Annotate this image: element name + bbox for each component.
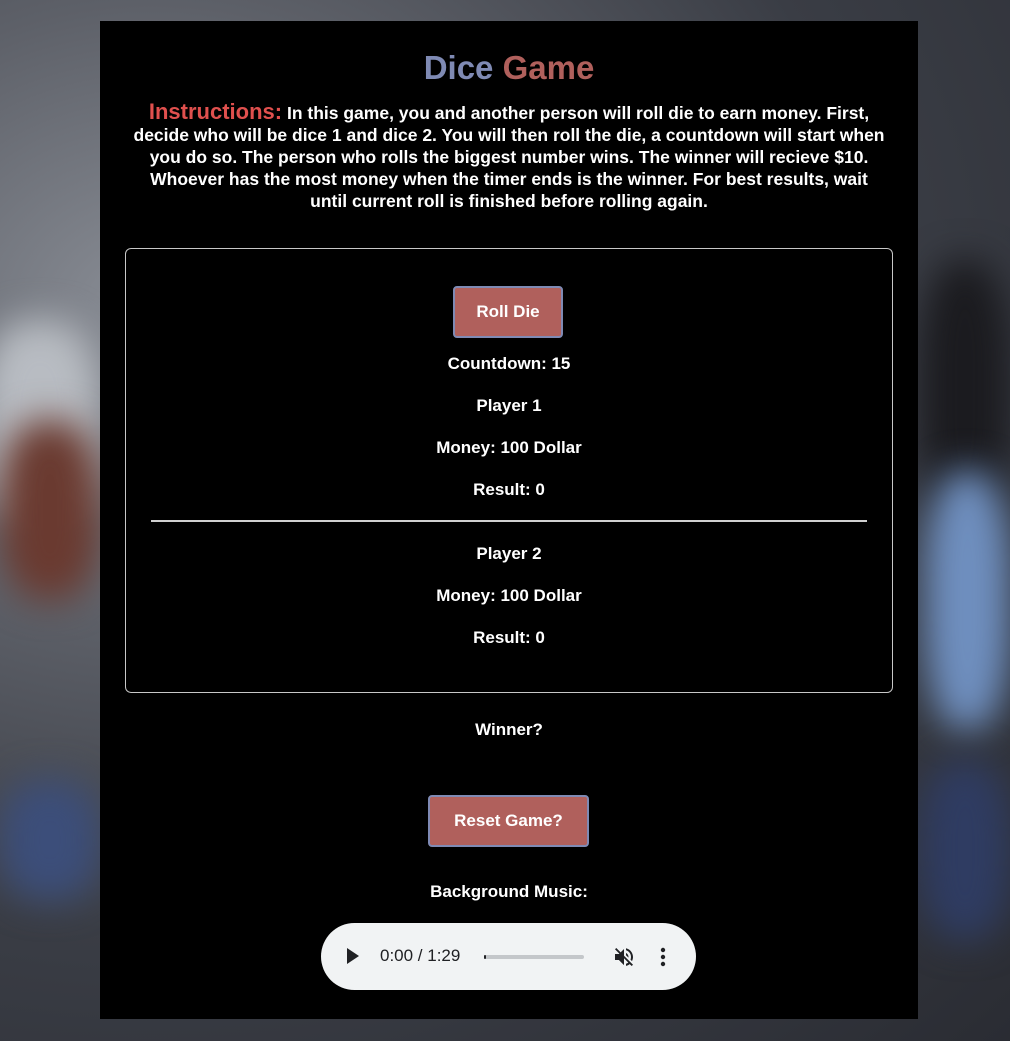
player1-name: Player 1 <box>476 396 542 415</box>
player1-result: Result: 0 <box>473 480 545 499</box>
player2-name: Player 2 <box>476 544 542 563</box>
player2-result: Result: 0 <box>473 628 545 647</box>
title-dice: Dice <box>423 49 494 86</box>
roll-die-button[interactable]: Roll Die <box>453 286 563 338</box>
background-blur <box>0 780 100 900</box>
divider <box>151 520 867 522</box>
player2-money: Money: 100 Dollar <box>436 586 582 605</box>
background-music-label: Background Music: <box>430 882 588 901</box>
winner-text: Winner? <box>475 720 543 739</box>
audio-progress-slider[interactable] <box>484 955 584 959</box>
game-box: Roll Die Countdown: 15 Player 1 Money: 1… <box>125 248 893 693</box>
game-panel: Dice Game Instructions: In this game, yo… <box>100 21 918 1019</box>
background-blur <box>925 470 1010 730</box>
audio-progress-fill <box>484 955 486 959</box>
play-icon[interactable] <box>347 948 359 964</box>
player1-money: Money: 100 Dollar <box>436 438 582 457</box>
reset-game-button[interactable]: Reset Game? <box>428 795 589 847</box>
muted-speaker-icon[interactable] <box>612 945 636 969</box>
audio-time: 0:00 / 1:29 <box>380 946 461 965</box>
audio-player: 0:00 / 1:29 <box>321 923 696 990</box>
countdown: Countdown: 15 <box>447 354 571 373</box>
instructions-label: Instructions: <box>148 99 283 124</box>
more-vertical-icon[interactable] <box>659 945 667 969</box>
title-game: Game <box>502 49 595 86</box>
background-blur <box>0 420 100 600</box>
instructions: Instructions: In this game, you and anot… <box>130 101 888 212</box>
background-blur <box>920 760 1010 940</box>
page-title: Dice Game <box>100 49 918 87</box>
